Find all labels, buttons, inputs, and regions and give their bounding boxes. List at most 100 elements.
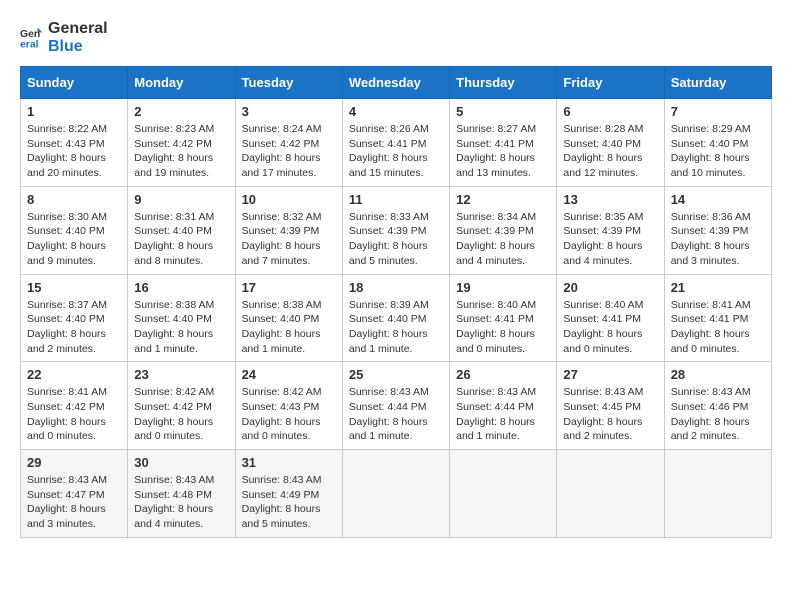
calendar-cell: 7 Sunrise: 8:29 AM Sunset: 4:40 PM Dayli… [664,99,771,187]
cell-info: Sunrise: 8:42 AM Sunset: 4:42 PM Dayligh… [134,385,228,444]
calendar-cell: 11 Sunrise: 8:33 AM Sunset: 4:39 PM Dayl… [342,186,449,274]
cell-info: Sunrise: 8:43 AM Sunset: 4:47 PM Dayligh… [27,473,121,532]
day-number: 13 [563,192,657,207]
day-number: 6 [563,104,657,119]
calendar-cell: 9 Sunrise: 8:31 AM Sunset: 4:40 PM Dayli… [128,186,235,274]
day-number: 15 [27,280,121,295]
cell-info: Sunrise: 8:26 AM Sunset: 4:41 PM Dayligh… [349,122,443,181]
day-number: 16 [134,280,228,295]
cell-info: Sunrise: 8:22 AM Sunset: 4:43 PM Dayligh… [27,122,121,181]
day-number: 26 [456,367,550,382]
day-number: 5 [456,104,550,119]
logo-text-line1: General [48,20,108,38]
logo-icon: Gen eral [20,26,44,50]
cell-info: Sunrise: 8:43 AM Sunset: 4:44 PM Dayligh… [456,385,550,444]
calendar-cell: 13 Sunrise: 8:35 AM Sunset: 4:39 PM Dayl… [557,186,664,274]
calendar-cell: 12 Sunrise: 8:34 AM Sunset: 4:39 PM Dayl… [450,186,557,274]
calendar-cell: 17 Sunrise: 8:38 AM Sunset: 4:40 PM Dayl… [235,274,342,362]
day-number: 19 [456,280,550,295]
calendar-cell: 21 Sunrise: 8:41 AM Sunset: 4:41 PM Dayl… [664,274,771,362]
day-header-saturday: Saturday [664,67,771,99]
calendar-table: SundayMondayTuesdayWednesdayThursdayFrid… [20,66,772,538]
cell-info: Sunrise: 8:43 AM Sunset: 4:48 PM Dayligh… [134,473,228,532]
day-number: 27 [563,367,657,382]
calendar-cell: 23 Sunrise: 8:42 AM Sunset: 4:42 PM Dayl… [128,362,235,450]
day-number: 10 [242,192,336,207]
calendar-cell: 30 Sunrise: 8:43 AM Sunset: 4:48 PM Dayl… [128,450,235,538]
calendar-cell: 29 Sunrise: 8:43 AM Sunset: 4:47 PM Dayl… [21,450,128,538]
calendar-cell: 8 Sunrise: 8:30 AM Sunset: 4:40 PM Dayli… [21,186,128,274]
day-number: 25 [349,367,443,382]
calendar-cell: 10 Sunrise: 8:32 AM Sunset: 4:39 PM Dayl… [235,186,342,274]
day-number: 9 [134,192,228,207]
cell-info: Sunrise: 8:33 AM Sunset: 4:39 PM Dayligh… [349,210,443,269]
calendar-cell: 24 Sunrise: 8:42 AM Sunset: 4:43 PM Dayl… [235,362,342,450]
cell-info: Sunrise: 8:43 AM Sunset: 4:44 PM Dayligh… [349,385,443,444]
cell-info: Sunrise: 8:40 AM Sunset: 4:41 PM Dayligh… [456,298,550,357]
day-number: 20 [563,280,657,295]
cell-info: Sunrise: 8:43 AM Sunset: 4:45 PM Dayligh… [563,385,657,444]
calendar-cell: 26 Sunrise: 8:43 AM Sunset: 4:44 PM Dayl… [450,362,557,450]
calendar-cell: 3 Sunrise: 8:24 AM Sunset: 4:42 PM Dayli… [235,99,342,187]
cell-info: Sunrise: 8:38 AM Sunset: 4:40 PM Dayligh… [134,298,228,357]
cell-info: Sunrise: 8:27 AM Sunset: 4:41 PM Dayligh… [456,122,550,181]
day-number: 17 [242,280,336,295]
day-number: 14 [671,192,765,207]
calendar-cell: 27 Sunrise: 8:43 AM Sunset: 4:45 PM Dayl… [557,362,664,450]
svg-text:eral: eral [20,40,39,50]
cell-info: Sunrise: 8:43 AM Sunset: 4:46 PM Dayligh… [671,385,765,444]
cell-info: Sunrise: 8:42 AM Sunset: 4:43 PM Dayligh… [242,385,336,444]
calendar-cell: 18 Sunrise: 8:39 AM Sunset: 4:40 PM Dayl… [342,274,449,362]
calendar-cell [450,450,557,538]
day-number: 30 [134,455,228,470]
calendar-cell [342,450,449,538]
day-header-tuesday: Tuesday [235,67,342,99]
logo-text-line2: Blue [48,38,108,56]
day-number: 22 [27,367,121,382]
calendar-cell: 19 Sunrise: 8:40 AM Sunset: 4:41 PM Dayl… [450,274,557,362]
cell-info: Sunrise: 8:24 AM Sunset: 4:42 PM Dayligh… [242,122,336,181]
calendar-cell [664,450,771,538]
calendar-cell: 6 Sunrise: 8:28 AM Sunset: 4:40 PM Dayli… [557,99,664,187]
calendar-cell: 1 Sunrise: 8:22 AM Sunset: 4:43 PM Dayli… [21,99,128,187]
calendar-week-1: 1 Sunrise: 8:22 AM Sunset: 4:43 PM Dayli… [21,99,772,187]
cell-info: Sunrise: 8:30 AM Sunset: 4:40 PM Dayligh… [27,210,121,269]
cell-info: Sunrise: 8:35 AM Sunset: 4:39 PM Dayligh… [563,210,657,269]
calendar-cell [557,450,664,538]
cell-info: Sunrise: 8:41 AM Sunset: 4:41 PM Dayligh… [671,298,765,357]
cell-info: Sunrise: 8:31 AM Sunset: 4:40 PM Dayligh… [134,210,228,269]
day-number: 2 [134,104,228,119]
day-header-friday: Friday [557,67,664,99]
day-number: 23 [134,367,228,382]
cell-info: Sunrise: 8:43 AM Sunset: 4:49 PM Dayligh… [242,473,336,532]
cell-info: Sunrise: 8:23 AM Sunset: 4:42 PM Dayligh… [134,122,228,181]
day-number: 7 [671,104,765,119]
day-number: 28 [671,367,765,382]
cell-info: Sunrise: 8:41 AM Sunset: 4:42 PM Dayligh… [27,385,121,444]
cell-info: Sunrise: 8:28 AM Sunset: 4:40 PM Dayligh… [563,122,657,181]
day-number: 4 [349,104,443,119]
day-number: 1 [27,104,121,119]
svg-text:Gen: Gen [20,29,40,40]
cell-info: Sunrise: 8:37 AM Sunset: 4:40 PM Dayligh… [27,298,121,357]
day-number: 18 [349,280,443,295]
page-header: Gen eral General Blue [20,20,772,56]
cell-info: Sunrise: 8:32 AM Sunset: 4:39 PM Dayligh… [242,210,336,269]
day-number: 31 [242,455,336,470]
day-header-monday: Monday [128,67,235,99]
cell-info: Sunrise: 8:38 AM Sunset: 4:40 PM Dayligh… [242,298,336,357]
day-number: 21 [671,280,765,295]
calendar-cell: 2 Sunrise: 8:23 AM Sunset: 4:42 PM Dayli… [128,99,235,187]
calendar-cell: 20 Sunrise: 8:40 AM Sunset: 4:41 PM Dayl… [557,274,664,362]
day-number: 8 [27,192,121,207]
calendar-cell: 31 Sunrise: 8:43 AM Sunset: 4:49 PM Dayl… [235,450,342,538]
day-number: 11 [349,192,443,207]
cell-info: Sunrise: 8:39 AM Sunset: 4:40 PM Dayligh… [349,298,443,357]
cell-info: Sunrise: 8:40 AM Sunset: 4:41 PM Dayligh… [563,298,657,357]
cell-info: Sunrise: 8:36 AM Sunset: 4:39 PM Dayligh… [671,210,765,269]
calendar-cell: 5 Sunrise: 8:27 AM Sunset: 4:41 PM Dayli… [450,99,557,187]
calendar-week-2: 8 Sunrise: 8:30 AM Sunset: 4:40 PM Dayli… [21,186,772,274]
cell-info: Sunrise: 8:34 AM Sunset: 4:39 PM Dayligh… [456,210,550,269]
calendar-cell: 15 Sunrise: 8:37 AM Sunset: 4:40 PM Dayl… [21,274,128,362]
calendar-week-4: 22 Sunrise: 8:41 AM Sunset: 4:42 PM Dayl… [21,362,772,450]
